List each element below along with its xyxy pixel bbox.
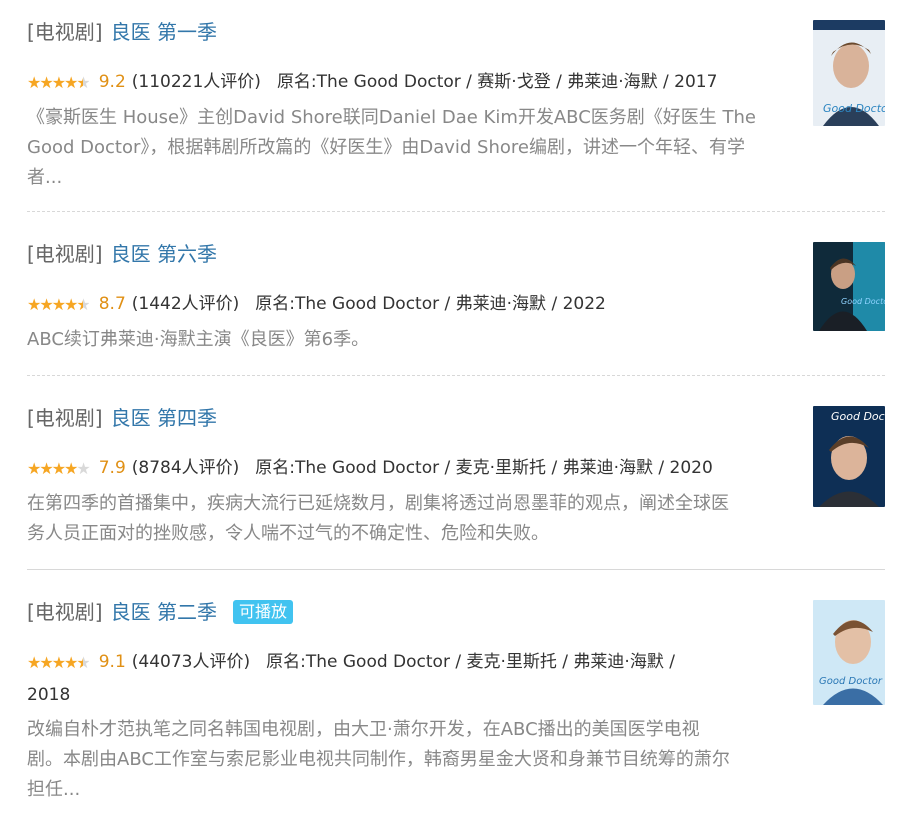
star-icon: ★: [76, 295, 90, 314]
result-item: [电视剧] 良医 第一季 ★★★★★ 9.2 (110221人评价) 原名:The Go…: [0, 18, 911, 193]
star-icon: ★: [27, 295, 41, 314]
description-line: 担任...: [27, 779, 81, 800]
rating-stars: ★★★★★: [27, 453, 91, 485]
playable-badge[interactable]: 可播放: [232, 600, 293, 624]
category-label: [电视剧]: [27, 600, 103, 624]
rating-stars: ★★★★★: [27, 67, 91, 99]
poster-title-text: Good Doctor: [823, 102, 885, 115]
rating-score: 8.7: [98, 294, 126, 314]
star-icon: ★: [27, 73, 41, 92]
poster-title-text: Good Doctor: [831, 410, 885, 423]
result-description: 《豪斯医生 House》主创David Shore联同Daniel Dae Ki…: [27, 103, 791, 193]
subject-cast: 原名:The Good Doctor / 赛斯·戈登 / 弗莱迪·海默 / 20…: [276, 72, 718, 92]
star-icon: ★: [76, 73, 90, 92]
result-description: ABC续订弗莱迪·海默主演《良医》第6季。: [27, 325, 791, 355]
star-icon: ★: [76, 653, 90, 672]
poster-title-text: Good Doctor: [841, 297, 885, 306]
rating-line: ★★★★★ 7.9 (8784人评价) 原名:The Good Doctor / 麦克…: [27, 452, 791, 485]
result-title-link[interactable]: 良医 第六季: [111, 242, 217, 266]
result-item: [电视剧] 良医 第二季 可播放 ★★★★★ 9.1 (44073人评价) 原名:The …: [0, 598, 911, 805]
star-icon: ★: [39, 653, 53, 672]
star-icon: ★: [27, 653, 41, 672]
subject-cast: 原名:The Good Doctor / 弗莱迪·海默 / 2022: [255, 294, 606, 314]
subject-cast: 原名:The Good Doctor / 麦克·里斯托 / 弗莱迪·海默 /: [266, 652, 675, 672]
star-icon: ★: [51, 73, 66, 92]
star-icon: ★: [64, 653, 78, 672]
description-line: 改编自朴才范执笔之同名韩国电视剧，由大卫·萧尔开发，在ABC播出的美国医学电视: [27, 719, 700, 740]
star-icon: ★: [51, 653, 66, 672]
result-title-link[interactable]: 良医 第二季: [111, 600, 217, 624]
result-title-line: [电视剧] 良医 第四季: [27, 404, 791, 432]
rating-votes: (44073人评价): [131, 652, 251, 672]
category-label: [电视剧]: [27, 406, 103, 430]
star-icon: ★: [76, 459, 90, 478]
rating-line: ★★★★★ 9.1 (44073人评价) 原名:The Good Doctor / 麦…: [27, 646, 791, 711]
rating-stars: ★★★★★: [27, 289, 91, 321]
star-icon: ★: [39, 73, 53, 92]
result-title-link[interactable]: 良医 第四季: [111, 406, 217, 430]
description-line: 《豪斯医生 House》主创David Shore联同Daniel Dae Ki…: [27, 107, 756, 128]
rating-line: ★★★★★ 9.2 (110221人评价) 原名:The Good Doctor / …: [27, 66, 791, 99]
poster-image[interactable]: Good Doctor: [813, 242, 885, 331]
result-item: [电视剧] 良医 第四季 ★★★★★ 7.9 (8784人评价) 原名:The Good…: [0, 404, 911, 549]
result-title-line: [电视剧] 良医 第二季 可播放: [27, 598, 791, 626]
rating-votes: (1442人评价): [131, 294, 240, 314]
description-line: 务人员正面对的挫败感，令人喘不过气的不确定性、危险和失败。: [27, 523, 549, 544]
description-line: ABC续订弗莱迪·海默主演《良医》第6季。: [27, 329, 370, 350]
result-description: 在第四季的首播集中，疾病大流行已延烧数月，剧集将透过尚恩墨菲的观点，阐述全球医 …: [27, 489, 791, 549]
rating-line: ★★★★★ 8.7 (1442人评价) 原名:The Good Doctor / 弗莱…: [27, 288, 791, 321]
rating-score: 9.1: [98, 652, 126, 672]
rating-stars: ★★★★★: [27, 647, 91, 679]
description-line: 者...: [27, 167, 63, 188]
subject-year: 2018: [27, 685, 71, 705]
star-icon: ★: [51, 295, 66, 314]
star-icon: ★: [51, 459, 66, 478]
subject-cast: 原名:The Good Doctor / 麦克·里斯托 / 弗莱迪·海默 / 2…: [255, 458, 713, 478]
star-icon: ★: [39, 295, 53, 314]
result-title-link[interactable]: 良医 第一季: [111, 20, 217, 44]
rating-score: 7.9: [98, 458, 126, 478]
description-line: 在第四季的首播集中，疾病大流行已延烧数月，剧集将透过尚恩墨菲的观点，阐述全球医: [27, 493, 729, 514]
star-icon: ★: [64, 459, 78, 478]
star-icon: ★: [27, 459, 41, 478]
result-title-line: [电视剧] 良医 第一季: [27, 18, 791, 46]
rating-score: 9.2: [98, 72, 126, 92]
poster-image[interactable]: Good Doctor: [813, 406, 885, 507]
divider: [27, 211, 885, 212]
divider: [27, 569, 885, 570]
star-icon: ★: [39, 459, 53, 478]
star-icon: ★: [64, 295, 78, 314]
divider: [27, 375, 885, 376]
rating-votes: (110221人评价): [131, 72, 261, 92]
category-label: [电视剧]: [27, 20, 103, 44]
rating-votes: (8784人评价): [131, 458, 240, 478]
star-icon: ★: [64, 73, 78, 92]
poster-image[interactable]: Good Doctor: [813, 600, 885, 705]
description-line: Good Doctor》，根据韩剧所改篇的《好医生》由David Shore编剧…: [27, 137, 745, 158]
description-line: 剧。本剧由ABC工作室与索尼影业电视共同制作，韩裔男星金大贤和身兼节目统筹的萧尔: [27, 749, 730, 770]
poster-title-text: Good Doctor: [819, 676, 883, 687]
result-item: [电视剧] 良医 第六季 ★★★★★ 8.7 (1442人评价) 原名:The Good…: [0, 240, 911, 355]
result-description: 改编自朴才范执笔之同名韩国电视剧，由大卫·萧尔开发，在ABC播出的美国医学电视 …: [27, 715, 791, 805]
poster-image[interactable]: Good Doctor: [813, 20, 885, 126]
category-label: [电视剧]: [27, 242, 103, 266]
result-title-line: [电视剧] 良医 第六季: [27, 240, 791, 268]
